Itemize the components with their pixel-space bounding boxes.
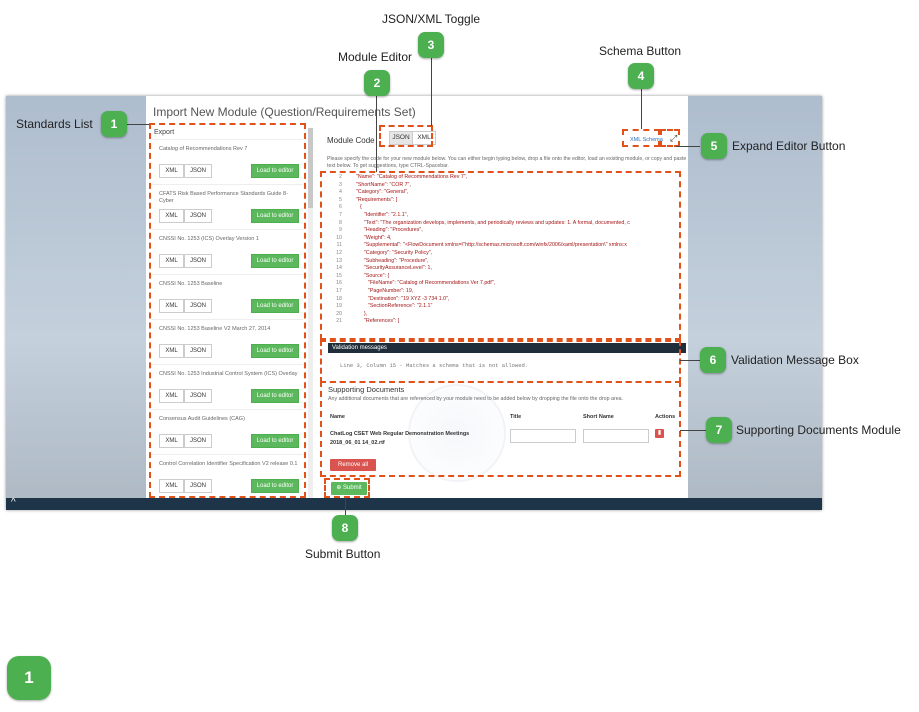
annotation-box-supporting-docs xyxy=(320,381,681,477)
marker-7: 7 xyxy=(706,417,732,443)
leader-line-4 xyxy=(641,89,642,129)
chevron-up-icon[interactable]: ^ xyxy=(11,497,16,508)
label-json-xml-toggle: JSON/XML Toggle xyxy=(382,12,481,26)
leader-line-1 xyxy=(127,124,149,125)
marker-1: 1 xyxy=(101,111,127,137)
label-schema-button: Schema Button xyxy=(599,44,682,58)
label-validation-message-box: Validation Message Box xyxy=(731,353,859,367)
marker-4: 4 xyxy=(628,63,654,89)
annotation-box-submit xyxy=(324,478,370,498)
annotation-box-module-editor xyxy=(320,171,681,340)
annotation-box-expand xyxy=(660,129,680,147)
annotation-box-schema xyxy=(622,129,660,147)
label-supporting-documents-module: Supporting Documents Module xyxy=(736,423,901,437)
leader-line-8 xyxy=(345,498,346,516)
scrollbar-thumb[interactable] xyxy=(308,128,313,208)
label-standards-list: Standards List xyxy=(16,117,93,131)
leader-line-3 xyxy=(431,58,432,126)
standards-scrollbar[interactable] xyxy=(308,128,313,498)
annotation-box-standards-list xyxy=(149,123,306,498)
leader-line-5 xyxy=(676,146,700,147)
label-module-editor: Module Editor xyxy=(338,50,413,64)
leader-line-7 xyxy=(680,430,706,431)
leader-line-6 xyxy=(680,360,700,361)
bottom-bar: ^ xyxy=(6,497,822,510)
editor-description: Please specify the code for your new mod… xyxy=(327,156,687,169)
annotation-box-validation xyxy=(320,340,681,383)
footer-marker-1: 1 xyxy=(7,656,51,700)
label-expand-editor-button: Expand Editor Button xyxy=(732,139,846,153)
module-code-label: Module Code xyxy=(327,136,375,145)
marker-2: 2 xyxy=(364,70,390,96)
leader-line-2 xyxy=(376,96,377,172)
background-left xyxy=(6,96,146,500)
marker-3: 3 xyxy=(418,32,444,58)
label-submit-button: Submit Button xyxy=(305,547,381,561)
marker-8: 8 xyxy=(332,515,358,541)
marker-5: 5 xyxy=(701,133,727,159)
marker-6: 6 xyxy=(700,347,726,373)
annotation-box-toggle xyxy=(379,125,433,147)
